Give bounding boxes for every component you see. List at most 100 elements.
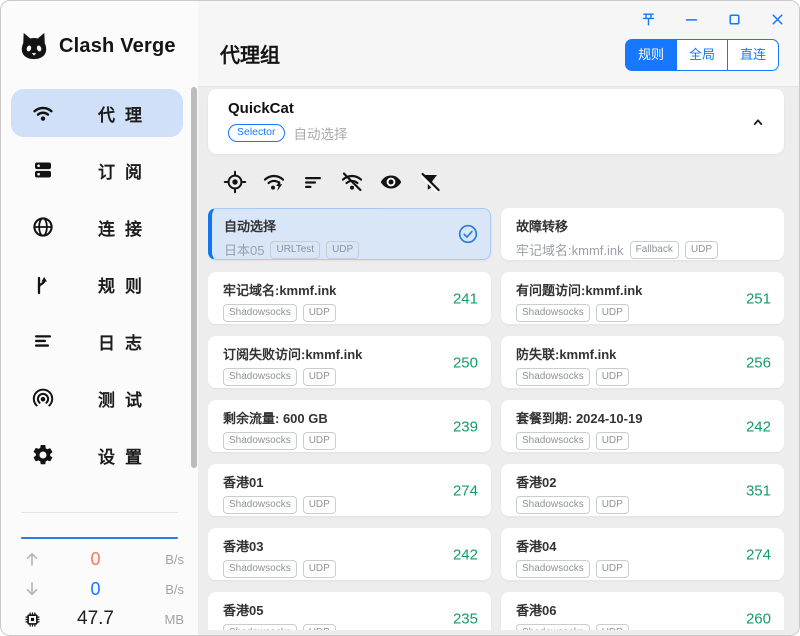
proxy-delay[interactable]: 260: [746, 611, 771, 628]
proxy-meta: ShadowsocksUDP: [223, 624, 479, 630]
locate-icon[interactable]: [222, 169, 247, 194]
mode-global-button[interactable]: 全局: [677, 39, 728, 71]
proxy-tag: Shadowsocks: [516, 368, 590, 386]
proxy-list-viewport: 自动选择 日本05 URLTestUDP 故障转移 牢记域名:kmmf.ink …: [208, 208, 784, 630]
proxy-card[interactable]: 香港06 ShadowsocksUDP 260: [501, 592, 784, 630]
proxy-name: 香港03: [223, 536, 479, 555]
maximize-button[interactable]: [724, 9, 744, 29]
proxy-card[interactable]: 有问题访问:kmmf.ink ShadowsocksUDP 251: [501, 272, 784, 324]
proxy-tag: UDP: [685, 241, 718, 259]
profiles-icon: [31, 158, 57, 182]
group-type-badge: Selector: [228, 124, 285, 142]
traffic-panel: 0 B/s 0 B/s: [1, 544, 198, 634]
proxy-group-card[interactable]: QuickCat Selector 自动选择: [208, 89, 784, 154]
proxy-tag: Shadowsocks: [223, 304, 297, 322]
proxy-card[interactable]: 香港01 ShadowsocksUDP 274: [208, 464, 491, 516]
proxy-delay[interactable]: 351: [746, 483, 771, 500]
proxy-tag: UDP: [303, 304, 336, 322]
proxy-name: 香港06: [516, 600, 772, 619]
sidebar-item-label: 设置: [57, 443, 183, 468]
proxy-tag: Shadowsocks: [516, 624, 590, 630]
proxy-delay[interactable]: 251: [746, 291, 771, 308]
group-toolbar: [222, 169, 442, 194]
gear-icon: [31, 443, 57, 467]
proxy-card[interactable]: 订阅失败访问:kmmf.ink ShadowsocksUDP 250: [208, 336, 491, 388]
visibility-icon[interactable]: [378, 169, 403, 194]
app-title: Clash Verge: [59, 35, 176, 58]
proxy-meta: ShadowsocksUDP: [516, 304, 772, 322]
proxy-tag: UDP: [596, 560, 629, 578]
chevron-up-icon[interactable]: [748, 112, 768, 132]
wifi-icon: [31, 101, 57, 125]
proxy-tag: UDP: [596, 432, 629, 450]
proxy-name: 香港01: [223, 472, 479, 491]
proxy-card[interactable]: 套餐到期: 2024-10-19 ShadowsocksUDP 242: [501, 400, 784, 452]
proxy-tag: UDP: [596, 496, 629, 514]
sidebar-item-connections[interactable]: 连接: [11, 203, 183, 251]
app-logo: Clash Verge: [17, 31, 176, 61]
filter-off-icon[interactable]: [417, 169, 442, 194]
proxy-meta: ShadowsocksUDP: [516, 624, 772, 630]
proxy-card[interactable]: 香港04 ShadowsocksUDP 274: [501, 528, 784, 580]
sidebar-item-settings[interactable]: 设置: [11, 431, 183, 479]
sidebar-item-logs[interactable]: 日志: [11, 317, 183, 365]
delay-test-icon[interactable]: [261, 169, 286, 194]
proxy-card[interactable]: 自动选择 日本05 URLTestUDP: [208, 208, 491, 260]
proxy-delay[interactable]: 250: [453, 355, 478, 372]
proxy-delay[interactable]: 256: [746, 355, 771, 372]
proxy-tag: UDP: [303, 560, 336, 578]
proxy-card[interactable]: 香港02 ShadowsocksUDP 351: [501, 464, 784, 516]
proxy-tag: Shadowsocks: [516, 304, 590, 322]
mode-direct-button[interactable]: 直连: [728, 39, 779, 71]
mode-rule-button[interactable]: 规则: [625, 39, 677, 71]
proxy-tag: UDP: [596, 368, 629, 386]
proxy-card[interactable]: 防失联:kmmf.ink Shadowsocks UDP 256: [501, 336, 784, 388]
pin-button[interactable]: [638, 9, 658, 29]
proxy-delay[interactable]: 274: [453, 483, 478, 500]
proxy-card[interactable]: 剩余流量: 600 GB ShadowsocksUDP 239: [208, 400, 491, 452]
proxy-tag: UDP: [303, 432, 336, 450]
proxy-delay[interactable]: 242: [746, 419, 771, 436]
proxy-card[interactable]: 香港03 ShadowsocksUDP 242: [208, 528, 491, 580]
sidebar-item-label: 连接: [57, 215, 183, 240]
proxy-card[interactable]: 牢记域名:kmmf.ink ShadowsocksUDP 241: [208, 272, 491, 324]
delay-hide-icon[interactable]: [339, 169, 364, 194]
arrow-up-icon: [23, 550, 47, 568]
memory-row[interactable]: 47.7 MB: [1, 604, 198, 634]
proxy-delay[interactable]: 274: [746, 547, 771, 564]
close-button[interactable]: [767, 9, 787, 29]
app-window: Clash Verge 代理: [0, 0, 800, 636]
minimize-button[interactable]: [681, 9, 701, 29]
sort-icon[interactable]: [300, 169, 325, 194]
sidebar-item-label: 订阅: [57, 158, 183, 183]
sidebar-item-proxies[interactable]: 代理: [11, 89, 183, 137]
proxy-delay[interactable]: 239: [453, 419, 478, 436]
proxy-name: 香港04: [516, 536, 772, 555]
proxy-subname: 日本05: [224, 240, 264, 259]
scrollbar-thumb[interactable]: [191, 87, 197, 468]
proxy-meta: Shadowsocks UDP: [223, 304, 479, 322]
proxy-name: 香港05: [223, 600, 479, 619]
proxy-delay[interactable]: 241: [453, 291, 478, 308]
group-name: QuickCat: [228, 100, 294, 117]
sidebar-item-rules[interactable]: 规则: [11, 260, 183, 308]
globe-icon: [31, 215, 57, 239]
cat-logo-icon: [17, 31, 51, 61]
wifi-tethering-icon: [31, 386, 57, 410]
fork-right-icon: [31, 272, 57, 296]
proxy-delay[interactable]: 235: [453, 611, 478, 628]
proxy-card[interactable]: 故障转移 牢记域名:kmmf.ink FallbackUDP: [501, 208, 784, 260]
proxy-tag: Shadowsocks: [223, 624, 297, 630]
proxy-tag: Fallback: [630, 241, 679, 259]
proxy-delay[interactable]: 242: [453, 547, 478, 564]
sidebar-menu: 代理 订阅: [11, 89, 183, 488]
selected-check-icon: [457, 223, 479, 245]
sidebar-divider: [21, 512, 178, 513]
sidebar-item-profiles[interactable]: 订阅: [11, 146, 183, 194]
download-speed-value: 0: [47, 579, 144, 600]
proxy-card[interactable]: 香港05 ShadowsocksUDP 235: [208, 592, 491, 630]
sidebar-item-test[interactable]: 测试: [11, 374, 183, 422]
traffic-graph-line: [21, 537, 178, 539]
proxy-name: 防失联:kmmf.ink: [516, 344, 772, 363]
sidebar-item-label: 代理: [57, 101, 183, 126]
